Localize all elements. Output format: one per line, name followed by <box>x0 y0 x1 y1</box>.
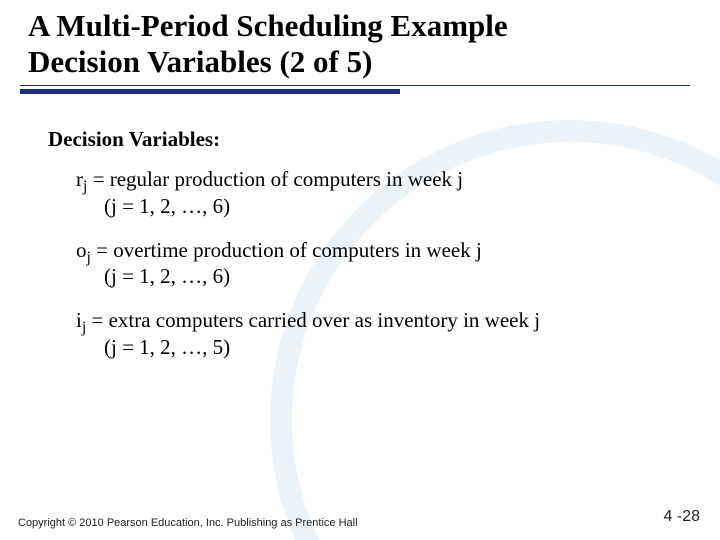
var-i-desc: = extra computers carried over as invent… <box>86 308 540 332</box>
page-number: 4 -28 <box>664 508 700 526</box>
rule-thick <box>20 89 400 94</box>
title-line-1: A Multi-Period Scheduling Example <box>28 8 692 44</box>
title-underline <box>0 85 720 99</box>
var-o-desc: = overtime production of computers in we… <box>91 238 482 262</box>
title-line-2: Decision Variables (2 of 5) <box>28 44 692 80</box>
var-o-domain: (j = 1, 2, …, 6) <box>76 263 680 289</box>
slide-title: A Multi-Period Scheduling Example Decisi… <box>0 0 720 79</box>
section-label: Decision Variables: <box>48 127 680 152</box>
definition-o: oj = overtime production of computers in… <box>76 237 680 290</box>
body: Decision Variables: rj = regular product… <box>0 99 720 360</box>
rule-thin <box>20 85 690 86</box>
var-i-domain: (j = 1, 2, …, 5) <box>76 334 680 360</box>
var-o: o <box>76 238 87 262</box>
definition-i: ij = extra computers carried over as inv… <box>76 307 680 360</box>
copyright-footer: Copyright © 2010 Pearson Education, Inc.… <box>18 517 378 530</box>
definition-r: rj = regular production of computers in … <box>76 166 680 219</box>
slide: A Multi-Period Scheduling Example Decisi… <box>0 0 720 540</box>
var-r-desc: = regular production of computers in wee… <box>87 167 463 191</box>
definitions-list: rj = regular production of computers in … <box>48 166 680 360</box>
var-r: r <box>76 167 83 191</box>
var-r-domain: (j = 1, 2, …, 6) <box>76 193 680 219</box>
